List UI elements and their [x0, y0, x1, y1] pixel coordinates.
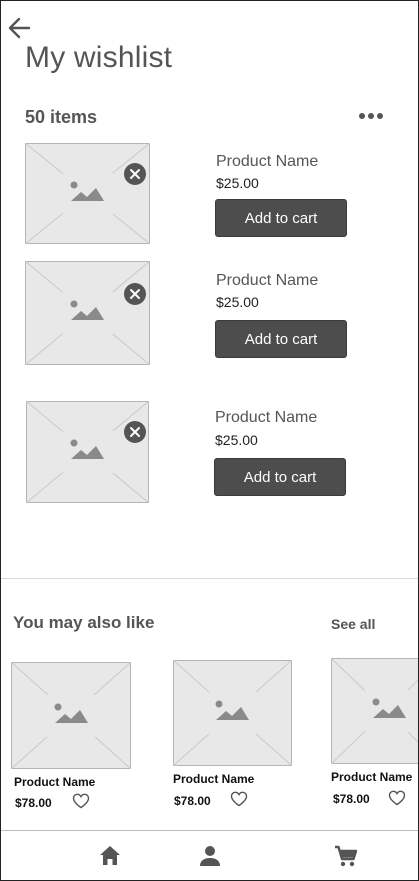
back-arrow-icon[interactable] [7, 15, 33, 41]
app-screen: My wishlist 50 items Product Name $25.00… [0, 0, 419, 881]
recommended-name-1[interactable]: Product Name [14, 775, 95, 789]
add-to-cart-button-2[interactable]: Add to cart [215, 320, 347, 358]
more-options-icon[interactable] [357, 107, 385, 125]
bottom-nav [1, 830, 418, 880]
remove-item-3-icon[interactable] [124, 421, 146, 443]
recommended-price-2: $78.00 [174, 794, 211, 808]
product-image-3[interactable] [26, 401, 149, 503]
product-price-1: $25.00 [216, 175, 259, 191]
heart-icon[interactable] [388, 790, 406, 806]
section-divider [1, 578, 418, 579]
product-name-2[interactable]: Product Name [216, 272, 318, 290]
add-to-cart-button-1[interactable]: Add to cart [215, 199, 347, 237]
recommended-price-1: $78.00 [15, 796, 52, 810]
see-all-link[interactable]: See all [331, 616, 375, 632]
recommended-price-3: $78.00 [333, 792, 370, 806]
item-count: 50 items [25, 107, 98, 127]
remove-item-1-icon[interactable] [124, 163, 146, 185]
profile-icon[interactable] [197, 843, 223, 869]
product-image-2[interactable] [25, 261, 150, 365]
product-image-1[interactable] [25, 143, 150, 244]
recommendations-title: You may also like [13, 613, 155, 632]
recommended-image-3[interactable] [331, 658, 418, 764]
remove-item-2-icon[interactable] [124, 283, 146, 305]
heart-icon[interactable] [72, 793, 90, 809]
recommended-image-2[interactable] [173, 660, 292, 766]
product-price-3: $25.00 [215, 432, 258, 448]
home-icon[interactable] [97, 843, 123, 869]
add-to-cart-button-3[interactable]: Add to cart [214, 458, 346, 496]
product-name-3[interactable]: Product Name [215, 409, 317, 427]
heart-icon[interactable] [230, 791, 248, 807]
recommended-name-2[interactable]: Product Name [173, 772, 254, 786]
recommended-name-3[interactable]: Product Name [331, 770, 412, 784]
page-title: My wishlist [25, 41, 173, 74]
product-name-1[interactable]: Product Name [216, 153, 318, 171]
cart-icon[interactable] [333, 843, 359, 869]
recommended-image-1[interactable] [11, 662, 131, 769]
product-price-2: $25.00 [216, 294, 259, 310]
